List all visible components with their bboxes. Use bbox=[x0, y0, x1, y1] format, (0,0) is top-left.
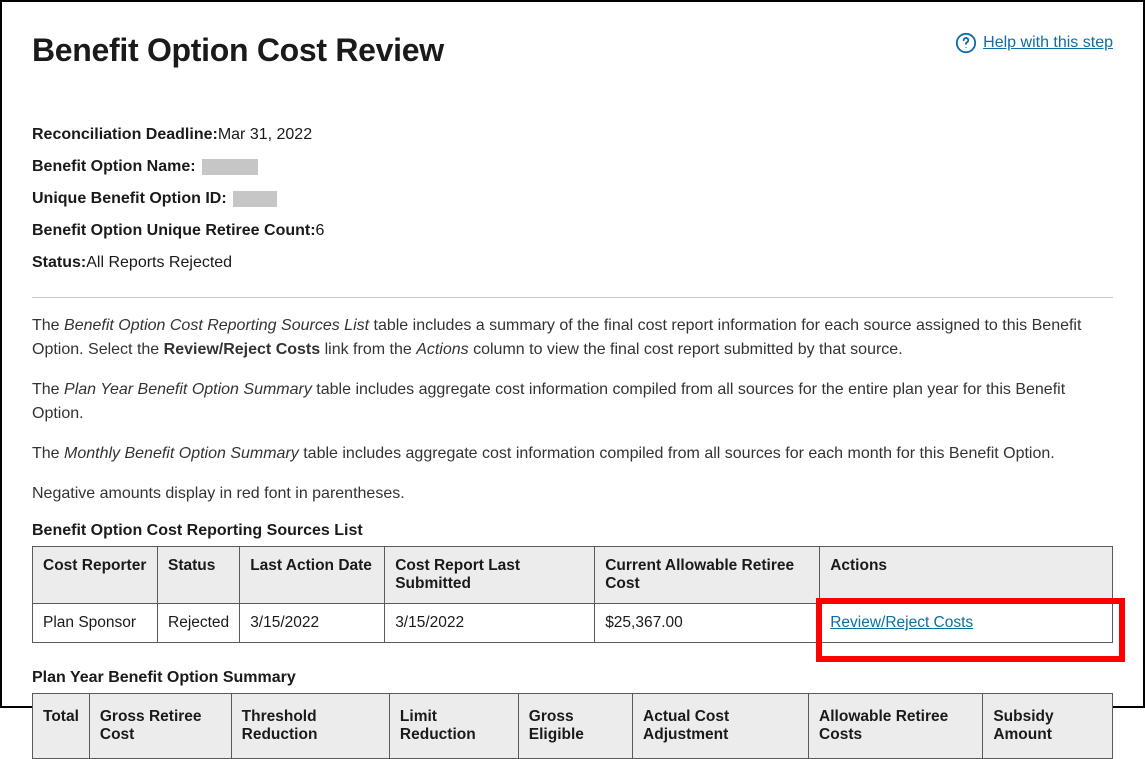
description-paragraph-3: The Monthly Benefit Option Summary table… bbox=[32, 442, 1113, 466]
col-threshold-reduction: Threshold Reduction bbox=[231, 694, 389, 759]
page-title: Benefit Option Cost Review bbox=[32, 32, 444, 69]
section-divider bbox=[32, 297, 1113, 298]
unique-benefit-option-id-redacted bbox=[233, 191, 277, 207]
col-cost-reporter: Cost Reporter bbox=[33, 547, 158, 604]
highlight-annotation bbox=[816, 598, 1125, 662]
help-with-this-step-link[interactable]: Help with this step bbox=[955, 32, 1113, 54]
cell-actions: Review/Reject Costs bbox=[820, 604, 1113, 643]
benefit-option-name-redacted bbox=[202, 159, 258, 175]
status-label: Status: bbox=[32, 247, 86, 279]
help-circle-icon bbox=[955, 32, 977, 54]
col-gross-retiree-cost: Gross Retiree Cost bbox=[89, 694, 231, 759]
help-link-label: Help with this step bbox=[983, 34, 1113, 52]
col-actions: Actions bbox=[820, 547, 1113, 604]
table-header-row: Total Gross Retiree Cost Threshold Reduc… bbox=[33, 694, 1113, 759]
col-allowable-retiree-costs: Allowable Retiree Costs bbox=[809, 694, 983, 759]
retiree-count-value: 6 bbox=[316, 215, 325, 247]
col-total: Total bbox=[33, 694, 90, 759]
sources-list-title: Benefit Option Cost Reporting Sources Li… bbox=[32, 522, 1113, 540]
col-subsidy-amount: Subsidy Amount bbox=[983, 694, 1113, 759]
description-paragraph-1: The Benefit Option Cost Reporting Source… bbox=[32, 314, 1113, 362]
sources-list-table: Cost Reporter Status Last Action Date Co… bbox=[32, 546, 1113, 643]
col-last-action-date: Last Action Date bbox=[240, 547, 385, 604]
status-value: All Reports Rejected bbox=[86, 247, 232, 279]
col-limit-reduction: Limit Reduction bbox=[389, 694, 518, 759]
cell-cost-reporter: Plan Sponsor bbox=[33, 604, 158, 643]
benefit-option-meta: Reconciliation Deadline: Mar 31, 2022 Be… bbox=[32, 119, 1113, 279]
plan-year-summary-title: Plan Year Benefit Option Summary bbox=[32, 669, 1113, 687]
cell-current-allowable-retiree-cost: $25,367.00 bbox=[595, 604, 820, 643]
retiree-count-label: Benefit Option Unique Retiree Count: bbox=[32, 215, 316, 247]
reconciliation-deadline-value: Mar 31, 2022 bbox=[218, 119, 312, 151]
table-row: Plan Sponsor Rejected 3/15/2022 3/15/202… bbox=[33, 604, 1113, 643]
description-paragraph-2: The Plan Year Benefit Option Summary tab… bbox=[32, 378, 1113, 426]
cell-cost-report-last-submitted: 3/15/2022 bbox=[385, 604, 595, 643]
description-paragraph-4: Negative amounts display in red font in … bbox=[32, 482, 1113, 506]
col-cost-report-last-submitted: Cost Report Last Submitted bbox=[385, 547, 595, 604]
col-status: Status bbox=[158, 547, 240, 604]
col-gross-eligible: Gross Eligible bbox=[518, 694, 632, 759]
plan-year-summary-table: Total Gross Retiree Cost Threshold Reduc… bbox=[32, 693, 1113, 759]
cell-status: Rejected bbox=[158, 604, 240, 643]
unique-benefit-option-id-label: Unique Benefit Option ID: bbox=[32, 183, 227, 215]
benefit-option-name-label: Benefit Option Name: bbox=[32, 151, 196, 183]
col-actual-cost-adjustment: Actual Cost Adjustment bbox=[633, 694, 809, 759]
cell-last-action-date: 3/15/2022 bbox=[240, 604, 385, 643]
col-current-allowable-retiree-cost: Current Allowable Retiree Cost bbox=[595, 547, 820, 604]
table-header-row: Cost Reporter Status Last Action Date Co… bbox=[33, 547, 1113, 604]
reconciliation-deadline-label: Reconciliation Deadline: bbox=[32, 119, 218, 151]
